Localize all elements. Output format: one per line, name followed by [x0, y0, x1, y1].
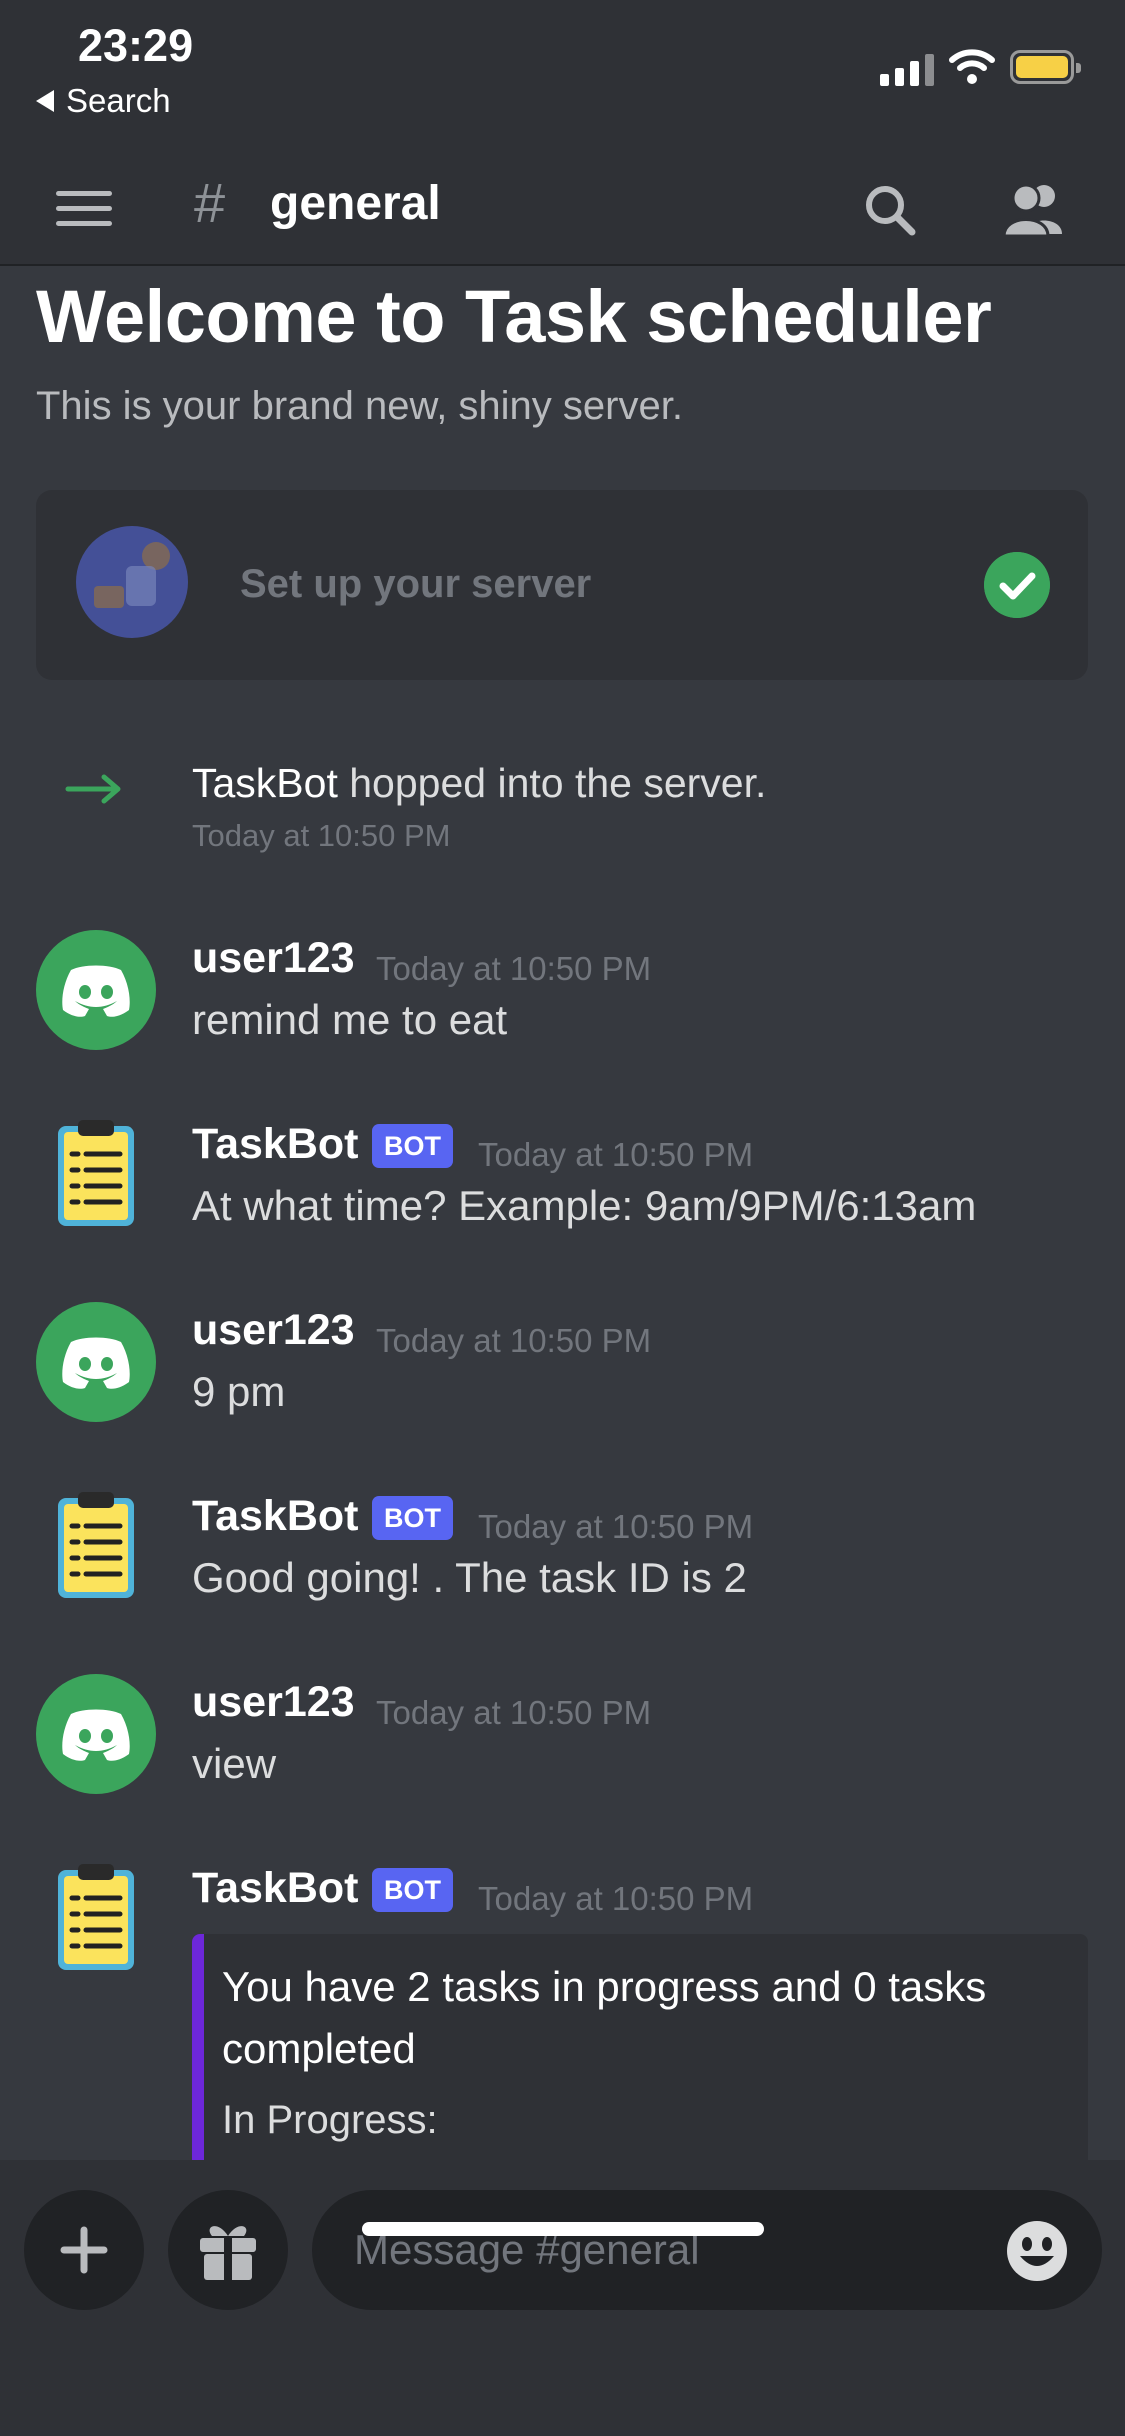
join-action: hopped into the server. [349, 760, 767, 806]
message-author[interactable]: TaskBot [192, 1864, 358, 1913]
message-text: 9 pm [192, 1368, 286, 1415]
join-text: TaskBot hopped into the server. [192, 760, 766, 807]
message-author[interactable]: user123 [192, 1678, 355, 1727]
message-author[interactable]: user123 [192, 934, 355, 983]
message-timestamp: Today at 10:50 PM [478, 1136, 754, 1173]
gift-icon [200, 2226, 256, 2280]
emoji-icon[interactable] [1006, 2220, 1068, 2282]
clipboard-icon[interactable] [54, 1862, 138, 1974]
avatar[interactable] [36, 1302, 156, 1422]
channel-header: # general [0, 156, 1125, 266]
search-icon[interactable] [862, 182, 918, 238]
join-author[interactable]: TaskBot [192, 760, 338, 806]
hash-icon: # [194, 171, 226, 234]
message-timestamp: Today at 10:50 PM [478, 1880, 754, 1917]
members-icon[interactable] [1002, 178, 1068, 242]
wifi-icon [949, 49, 995, 84]
message-timestamp: Today at 10:50 PM [376, 950, 652, 987]
server-setup-icon [76, 526, 188, 638]
message-timestamp: Today at 10:50 PM [376, 1694, 652, 1731]
message-text: At what time? Example: 9am/9PM/6:13am [192, 1182, 977, 1229]
clipboard-icon[interactable] [54, 1118, 138, 1230]
message-text: view [192, 1740, 277, 1787]
welcome-subtitle: This is your brand new, shiny server. [36, 384, 683, 428]
discord-logo-icon [62, 1337, 130, 1389]
cellular-signal-icon [880, 52, 934, 86]
back-arrow-icon [36, 90, 54, 112]
message-author[interactable]: TaskBot [192, 1492, 358, 1541]
setup-server-card[interactable]: Set up your server [36, 490, 1088, 680]
status-time: 23:29 [78, 20, 194, 71]
avatar[interactable] [36, 930, 156, 1050]
task-summary-embed: You have 2 tasks in progress and 0 tasks… [192, 1934, 1088, 2160]
bot-badge: BOT [372, 1124, 453, 1168]
bot-badge: BOT [372, 1496, 453, 1540]
message-author[interactable]: TaskBot [192, 1120, 358, 1169]
welcome-title: Welcome to Task scheduler [36, 275, 992, 358]
join-timestamp: Today at 10:50 PM [192, 818, 451, 853]
home-indicator[interactable] [362, 2222, 764, 2236]
discord-logo-icon [62, 1709, 130, 1761]
channel-name[interactable]: general [270, 176, 441, 231]
message-timestamp: Today at 10:50 PM [376, 1322, 652, 1359]
hamburger-icon[interactable] [56, 180, 112, 236]
message-composer [0, 2160, 1125, 2436]
message-text: remind me to eat [192, 996, 508, 1043]
clipboard-icon[interactable] [54, 1490, 138, 1602]
message-timestamp: Today at 10:50 PM [478, 1508, 754, 1545]
bot-badge: BOT [372, 1868, 453, 1912]
embed-color-bar [192, 1934, 204, 2160]
join-arrow-icon [65, 774, 121, 804]
discord-logo-icon [62, 965, 130, 1017]
message-list[interactable]: Welcome to Task scheduler This is your b… [0, 266, 1125, 2160]
battery-icon [1010, 50, 1081, 84]
embed-field-label: In Progress: [222, 2098, 438, 2142]
gift-button[interactable] [168, 2190, 288, 2310]
check-icon [984, 552, 1050, 618]
back-label: Search [66, 82, 171, 119]
status-bar: 23:29 Search [0, 0, 1125, 156]
message-input[interactable] [312, 2190, 1102, 2310]
add-attachment-button[interactable] [24, 2190, 144, 2310]
message-text: Good going! . The task ID is 2 [192, 1554, 747, 1601]
setup-server-label: Set up your server [240, 562, 592, 606]
message-author[interactable]: user123 [192, 1306, 355, 1355]
plus-icon [60, 2226, 108, 2274]
back-to-search[interactable]: Search [36, 82, 171, 120]
avatar[interactable] [36, 1674, 156, 1794]
embed-title: You have 2 tasks in progress and 0 tasks… [222, 1963, 987, 2072]
